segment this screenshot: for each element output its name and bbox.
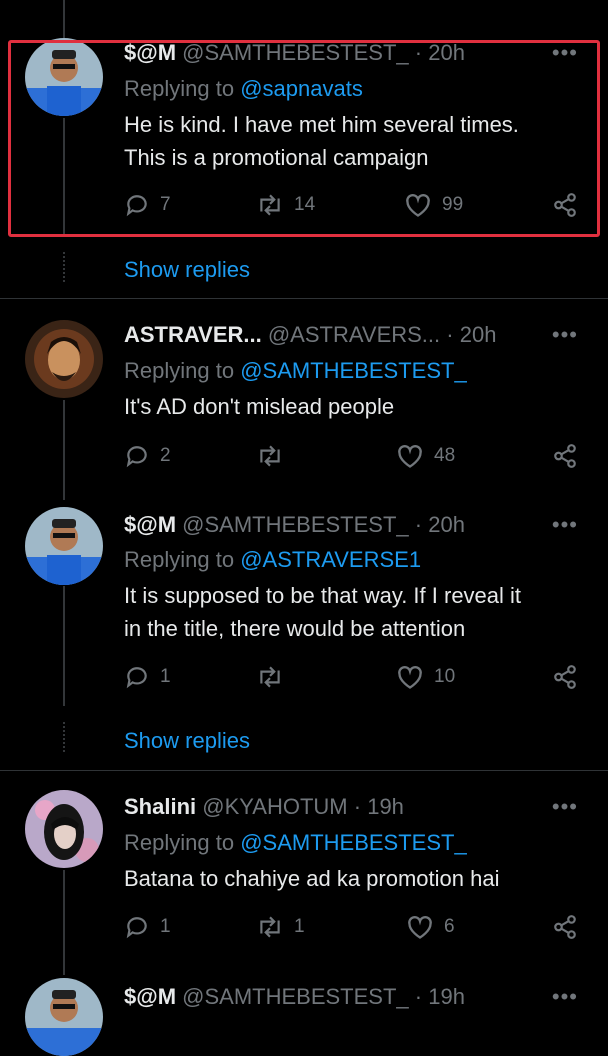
user-handle[interactable]: @SAMTHEBESTEST_ (182, 984, 409, 1009)
separator: · (414, 512, 423, 537)
heart-icon (398, 445, 422, 468)
display-name[interactable]: $@M (124, 512, 176, 537)
retweet-count: 1 (294, 916, 305, 937)
tweet-text: It's AD don't mislead people (124, 390, 574, 423)
tweet-text-line: in the title, there would be attention (124, 616, 466, 641)
share-button[interactable] (552, 914, 578, 940)
replying-to-label: Replying to (124, 830, 235, 855)
heart-icon (398, 666, 422, 689)
thread-line (63, 870, 65, 975)
mention-link[interactable]: @SAMTHEBESTEST_ (240, 830, 467, 855)
avatar[interactable] (25, 507, 103, 585)
divider (0, 770, 608, 771)
share-icon (554, 444, 576, 468)
highlight-box (8, 40, 600, 237)
separator: · (446, 322, 454, 347)
share-button[interactable] (552, 664, 578, 690)
more-options-icon[interactable]: ••• (552, 512, 578, 538)
tweet-text-line: It's AD don't mislead people (124, 394, 395, 419)
like-count: 6 (444, 916, 455, 937)
retweet-icon (260, 445, 280, 467)
retweet-icon (260, 666, 280, 688)
like-count: 48 (434, 445, 456, 466)
retweet-button[interactable]: 1 (256, 914, 305, 940)
tweet-text-line: It is supposed to be that way. If I reve… (124, 583, 522, 608)
avatar[interactable] (25, 320, 103, 398)
replying-to-label: Replying to (124, 358, 235, 383)
timestamp[interactable]: 19h (428, 984, 465, 1009)
separator: · (414, 984, 423, 1009)
reply-count: 1 (160, 666, 171, 687)
divider (0, 298, 608, 299)
display-name[interactable]: ASTRAVER... (124, 322, 262, 347)
more-options-icon[interactable]: ••• (552, 322, 578, 348)
tweet-header: Shalini @KYAHOTUM · 19h (124, 794, 404, 820)
show-replies-link[interactable]: Show replies (124, 257, 250, 283)
thread-dots (63, 722, 65, 752)
reply-icon (126, 917, 147, 939)
thread-line-top (63, 0, 65, 38)
mention-link[interactable]: @SAMTHEBESTEST_ (240, 358, 467, 383)
more-options-icon[interactable]: ••• (552, 794, 578, 820)
more-options-icon[interactable]: ••• (552, 984, 578, 1010)
reply-button[interactable]: 1 (124, 914, 171, 940)
avatar[interactable] (25, 790, 103, 868)
replying-to: Replying to @ASTRAVERSE1 (124, 547, 421, 573)
tweet-text-line: Batana to chahiye ad ka promotion hai (124, 866, 500, 891)
replying-to: Replying to @SAMTHEBESTEST_ (124, 358, 467, 384)
thread-line (63, 400, 65, 500)
reply-count: 2 (160, 445, 171, 466)
tweet-header: $@M @SAMTHEBESTEST_ · 19h (124, 984, 465, 1010)
replying-to-label: Replying to (124, 547, 235, 572)
user-handle[interactable]: @ASTRAVERS... (268, 322, 440, 347)
reply-icon (126, 446, 147, 468)
tweet-text: It is supposed to be that way. If I reve… (124, 579, 574, 645)
timestamp[interactable]: 20h (460, 322, 497, 347)
reply-icon (126, 667, 147, 689)
show-replies-link[interactable]: Show replies (124, 728, 250, 754)
tweet-header: ASTRAVER... @ASTRAVERS... · 20h (124, 322, 496, 348)
tweet-actions: 1 10 (124, 664, 584, 694)
replying-to: Replying to @SAMTHEBESTEST_ (124, 830, 467, 856)
heart-icon (408, 916, 432, 939)
thread-line (63, 586, 65, 706)
user-handle[interactable]: @KYAHOTUM (202, 794, 347, 819)
tweet-header: $@M @SAMTHEBESTEST_ · 20h (124, 512, 465, 538)
display-name[interactable]: $@M (124, 984, 176, 1009)
reply-count: 1 (160, 916, 171, 937)
retweet-button[interactable] (256, 664, 294, 690)
like-count: 10 (434, 666, 456, 687)
share-icon (554, 665, 576, 689)
retweet-icon (260, 916, 280, 938)
thread-dots (63, 252, 65, 282)
like-button[interactable]: 6 (406, 914, 455, 940)
retweet-button[interactable] (256, 443, 294, 469)
timestamp[interactable]: 20h (428, 512, 465, 537)
like-button[interactable]: 48 (396, 443, 455, 469)
share-button[interactable] (552, 443, 578, 469)
mention-link[interactable]: @ASTRAVERSE1 (240, 547, 421, 572)
timestamp[interactable]: 19h (367, 794, 404, 819)
tweet-text: Batana to chahiye ad ka promotion hai (124, 862, 574, 895)
reply-button[interactable]: 2 (124, 443, 171, 469)
share-icon (554, 915, 576, 939)
separator: · (353, 794, 362, 819)
display-name[interactable]: Shalini (124, 794, 196, 819)
avatar[interactable] (25, 978, 103, 1056)
like-button[interactable]: 10 (396, 664, 455, 690)
tweet-actions: 2 48 (124, 443, 584, 473)
tweet-actions: 1 1 6 (124, 914, 584, 944)
user-handle[interactable]: @SAMTHEBESTEST_ (182, 512, 409, 537)
reply-button[interactable]: 1 (124, 664, 171, 690)
